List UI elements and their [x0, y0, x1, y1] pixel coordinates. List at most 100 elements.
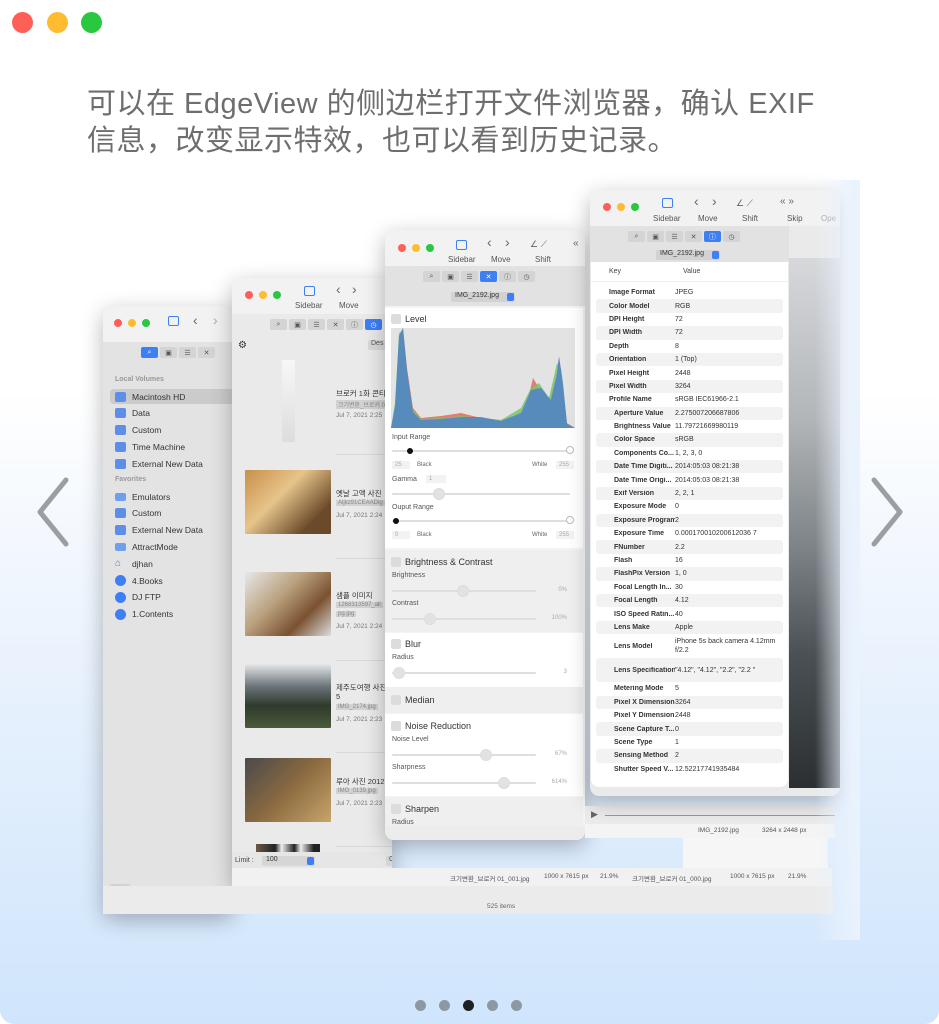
shift-icon[interactable]: ∠ ⟋: [530, 239, 547, 250]
input-black-field[interactable]: 25: [392, 461, 410, 469]
page-dot[interactable]: [463, 1000, 474, 1011]
chevron-right-icon[interactable]: ›: [505, 234, 510, 250]
exif-row[interactable]: Date Time Digiti... 2014:05:03 08:21:38: [596, 460, 783, 474]
exif-row[interactable]: Scene Capture T... 0: [596, 722, 783, 736]
tab-info[interactable]: ⓘ: [346, 319, 363, 330]
sidebar-item[interactable]: External New Data: [110, 523, 233, 538]
blur-checkbox[interactable]: [391, 639, 401, 649]
sidebar-item[interactable]: External New Data: [110, 456, 233, 471]
window-zoom-button[interactable]: [81, 12, 102, 33]
history-title[interactable]: 브로커 1화 콘티: [336, 388, 386, 399]
sidebar-icon[interactable]: [168, 316, 179, 326]
minimize-button[interactable]: [128, 319, 136, 327]
sharpen-checkbox[interactable]: [391, 804, 401, 814]
exif-row[interactable]: Color Model RGB: [596, 299, 783, 313]
tab-history[interactable]: ◷: [365, 319, 382, 330]
history-thumbnail[interactable]: [245, 572, 331, 636]
gamma-slider[interactable]: [392, 493, 570, 495]
zoom-button[interactable]: [273, 291, 281, 299]
contrast-knob[interactable]: [424, 613, 436, 625]
next-slide-button[interactable]: [866, 476, 906, 548]
history-title[interactable]: 옛날 고액 사진: [336, 488, 382, 499]
exif-row[interactable]: Focal Length 4.12: [596, 593, 783, 608]
sharpness-knob[interactable]: [498, 777, 510, 789]
exif-row[interactable]: Exposure Program 2: [596, 513, 783, 528]
exif-row[interactable]: Brightness Value 11.79721669980119: [596, 420, 783, 433]
sidebar-icon[interactable]: [304, 286, 315, 296]
exif-row[interactable]: FNumber 2.2: [596, 540, 783, 554]
exif-row[interactable]: Lens Make Apple: [596, 620, 783, 635]
tab-history[interactable]: ◷: [518, 271, 535, 282]
chevron-left-icon[interactable]: ‹: [193, 312, 198, 328]
zoom-button[interactable]: [631, 203, 639, 211]
file-selector[interactable]: IMG_2192.jpg: [451, 292, 515, 302]
input-white-field[interactable]: 255: [556, 461, 574, 469]
exif-row[interactable]: Exposure Time 0.000170010200612036 7: [596, 527, 783, 540]
chevron-right-icon[interactable]: ›: [352, 281, 357, 297]
gamma-field[interactable]: 1: [426, 475, 446, 483]
sidebar-item[interactable]: 1.Contents: [110, 607, 233, 622]
tab-effects[interactable]: ✕: [685, 231, 702, 242]
history-thumbnail[interactable]: [245, 470, 331, 534]
exif-row[interactable]: Flash 16: [596, 554, 783, 567]
exif-row[interactable]: Depth 8: [596, 340, 783, 353]
median-checkbox[interactable]: [391, 695, 401, 705]
exif-row[interactable]: Date Time Origi... 2014:05:03 08:21:38: [596, 473, 783, 486]
brightness-knob[interactable]: [457, 585, 469, 597]
sidebar-item[interactable]: DJ FTP: [110, 590, 233, 605]
tab-thumbnails[interactable]: ▣: [160, 347, 177, 358]
output-white-field[interactable]: 255: [556, 531, 574, 539]
exif-row[interactable]: Image Format JPEG: [596, 286, 783, 299]
input-white-knob[interactable]: [566, 446, 574, 454]
sidebar-item[interactable]: Emulators: [110, 489, 233, 504]
output-black-knob[interactable]: [393, 518, 399, 524]
value-header[interactable]: Value: [671, 268, 700, 275]
chevron-left-icon[interactable]: ‹: [336, 281, 341, 297]
minimize-button[interactable]: [412, 244, 420, 252]
history-thumbnail-partial[interactable]: [256, 844, 320, 852]
exif-row[interactable]: Sensing Method 2: [596, 749, 783, 763]
tab-info[interactable]: ⓘ: [499, 271, 516, 282]
prev-slide-button[interactable]: [34, 476, 74, 548]
play-icon[interactable]: ▶: [591, 809, 598, 820]
window-close-button[interactable]: [12, 12, 33, 33]
skip-icon[interactable]: «: [573, 238, 579, 249]
sidebar-item[interactable]: 4.Books: [110, 573, 233, 588]
exif-row[interactable]: Focal Length In... 30: [596, 581, 783, 594]
zoom-button[interactable]: [426, 244, 434, 252]
output-black-field[interactable]: 0: [392, 531, 410, 539]
window-minimize-button[interactable]: [47, 12, 68, 33]
history-title[interactable]: 샘플 이미지: [336, 590, 373, 601]
noise-reduction-checkbox[interactable]: [391, 721, 401, 731]
exif-row[interactable]: Pixel Y Dimension 2448: [596, 709, 783, 722]
exif-row[interactable]: Exposure Mode 0: [596, 500, 783, 513]
chevron-left-icon[interactable]: ‹: [487, 234, 492, 250]
sidebar-icon[interactable]: [456, 240, 467, 250]
tab-effects[interactable]: ✕: [198, 347, 215, 358]
level-checkbox[interactable]: [391, 314, 401, 324]
noise-level-slider[interactable]: [392, 754, 536, 756]
tab-browser[interactable]: ⌕: [423, 271, 440, 282]
tab-thumbnails[interactable]: ▣: [289, 319, 306, 330]
exif-row[interactable]: Aperture Value 2.275007206687806: [596, 406, 783, 420]
sidebar-item[interactable]: Time Machine: [110, 439, 233, 454]
contrast-slider[interactable]: [392, 618, 536, 620]
tab-history[interactable]: ◷: [723, 231, 740, 242]
tab-browser[interactable]: ⌕: [270, 319, 287, 330]
sidebar-item[interactable]: AttractMode: [110, 539, 233, 554]
brightness-contrast-checkbox[interactable]: [391, 557, 401, 567]
tab-info[interactable]: ⓘ: [704, 231, 721, 242]
exif-row[interactable]: Shutter Speed V... 12.52217741935484: [596, 763, 783, 776]
chevron-right-icon[interactable]: ›: [213, 312, 218, 328]
sidebar-item[interactable]: ⌂ djhan: [110, 556, 233, 571]
sidebar-icon[interactable]: [662, 198, 673, 208]
input-black-knob[interactable]: [407, 448, 413, 454]
close-button[interactable]: [603, 203, 611, 211]
exif-row[interactable]: Pixel Height 2448: [596, 366, 783, 379]
tab-browser[interactable]: ⌕: [141, 347, 158, 358]
output-range-slider[interactable]: [392, 520, 570, 522]
zoom-button[interactable]: [142, 319, 150, 327]
gear-icon[interactable]: ⚙: [238, 340, 247, 351]
sidebar-item[interactable]: Custom: [110, 423, 233, 438]
page-dot[interactable]: [487, 1000, 498, 1011]
